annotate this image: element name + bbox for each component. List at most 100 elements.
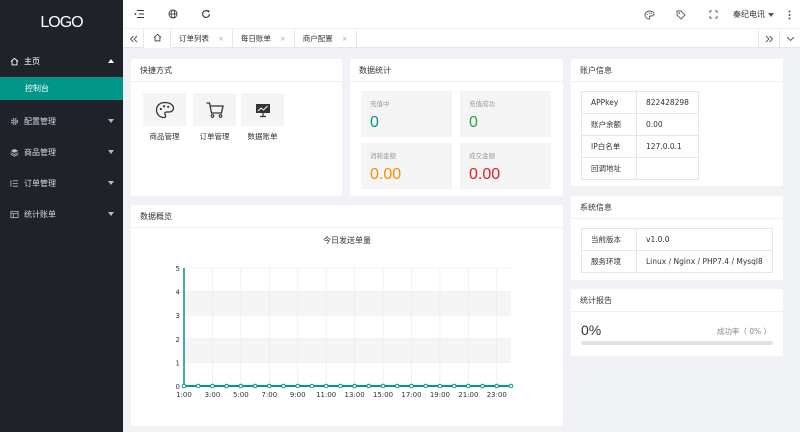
x-tick-label: 11:00 bbox=[316, 391, 336, 399]
shortcut-products[interactable]: 商品管理 bbox=[143, 93, 186, 142]
tab-menu-button[interactable] bbox=[779, 29, 800, 48]
data-point bbox=[494, 383, 500, 389]
data-point bbox=[380, 383, 386, 389]
stat-recharging: 充值中 0 bbox=[361, 91, 452, 137]
data-point bbox=[480, 383, 485, 389]
tab-scroll-left-button[interactable] bbox=[123, 29, 144, 48]
card-title: 快捷方式 bbox=[131, 59, 342, 82]
data-point bbox=[437, 383, 443, 389]
logo: LOGO bbox=[40, 14, 83, 31]
sidebar-item-label: 统计账单 bbox=[24, 210, 56, 219]
tab-label: 订单列表 bbox=[179, 34, 209, 43]
sidebar-item-label: 商品管理 bbox=[24, 148, 56, 157]
close-icon[interactable]: × bbox=[342, 35, 348, 43]
menu-fold-icon bbox=[134, 10, 144, 18]
shortcut-label: 订单管理 bbox=[199, 132, 230, 141]
x-tick-label: 3:00 bbox=[205, 391, 221, 399]
sidebar-item-billing[interactable]: 统计账单 bbox=[0, 199, 123, 230]
stat-label: 充值成功 bbox=[469, 100, 495, 108]
table-row: APPkey 822428298 bbox=[581, 91, 699, 114]
y-tick-label: 1 bbox=[176, 359, 180, 367]
sidebar: LOGO 主页 控制台 配置管理 商品管理 订单管理 统计账单 bbox=[0, 0, 123, 432]
data-point bbox=[252, 383, 258, 389]
data-point bbox=[352, 383, 357, 389]
tab-daily-bill[interactable]: 每日账单 × bbox=[233, 29, 295, 48]
website-button[interactable] bbox=[156, 0, 189, 29]
sidebar-subitem-console[interactable]: 控制台 bbox=[0, 77, 123, 100]
card-title: 账户信息 bbox=[571, 59, 783, 82]
sidebar-item-orders[interactable]: 订单管理 bbox=[0, 168, 123, 199]
row-key: 回调地址 bbox=[581, 157, 637, 180]
more-button[interactable] bbox=[778, 0, 800, 29]
tab-home[interactable] bbox=[144, 29, 171, 48]
x-tick-label: 1:00 bbox=[176, 391, 192, 399]
globe-icon bbox=[168, 9, 177, 19]
stat-label: 充值中 bbox=[370, 100, 390, 108]
cart-icon bbox=[206, 101, 224, 118]
row-value: 0.00 bbox=[636, 113, 699, 136]
sidebar-toggle-button[interactable] bbox=[123, 0, 156, 29]
card-title: 数据统计 bbox=[350, 59, 563, 82]
success-rate-label: 成功率（ 0% ） bbox=[716, 327, 771, 336]
sidebar-item-label: 订单管理 bbox=[24, 179, 56, 188]
sidebar-item-config[interactable]: 配置管理 bbox=[0, 106, 123, 137]
shortcut-orders[interactable]: 订单管理 bbox=[193, 93, 236, 142]
report-percent: 0% bbox=[581, 322, 602, 338]
chevron-up-icon bbox=[108, 59, 114, 63]
tab-merchant-config[interactable]: 商户配置 × bbox=[295, 29, 357, 48]
data-point bbox=[195, 383, 201, 389]
tab-label: 商户配置 bbox=[302, 34, 333, 43]
data-point bbox=[238, 383, 244, 389]
data-point bbox=[281, 383, 286, 389]
row-key: IP白名单 bbox=[581, 135, 637, 158]
tab-order-list[interactable]: 订单列表 × bbox=[171, 29, 233, 48]
table-row: 当前版本 v1.0.0 bbox=[581, 228, 773, 251]
x-tick-label: 7:00 bbox=[261, 391, 277, 399]
data-point bbox=[224, 383, 229, 389]
row-key: APPkey bbox=[581, 91, 637, 114]
tag-button[interactable] bbox=[665, 0, 697, 29]
user-name: 秦纪电讯 bbox=[733, 10, 765, 19]
grid-band bbox=[184, 338, 511, 363]
x-tick-label: 15:00 bbox=[373, 391, 393, 399]
sidebar-item-products[interactable]: 商品管理 bbox=[0, 137, 123, 168]
row-value: v1.0.0 bbox=[636, 228, 773, 251]
fullscreen-button[interactable] bbox=[697, 0, 729, 29]
x-tick-label: 23:00 bbox=[487, 391, 507, 399]
report-card: 统计报告 0% 成功率（ 0% ） bbox=[571, 289, 783, 356]
chevron-down-icon bbox=[108, 181, 114, 185]
card-title: 数据概览 bbox=[131, 205, 563, 228]
top-bar: 秦纪电讯 bbox=[123, 0, 800, 29]
row-key: 账户余额 bbox=[581, 113, 637, 136]
stat-transaction-amount: 成交金额 0.00 bbox=[460, 143, 551, 189]
x-tick-label: 9:00 bbox=[290, 391, 306, 399]
data-point bbox=[181, 383, 187, 389]
sidebar-item-home[interactable]: 主页 bbox=[0, 46, 123, 77]
chart-title: 今日发送单量 bbox=[323, 235, 371, 245]
shortcut-label: 数据账单 bbox=[247, 132, 278, 141]
refresh-button[interactable] bbox=[189, 0, 222, 29]
more-vertical-icon bbox=[788, 10, 790, 19]
palette-icon bbox=[155, 101, 174, 118]
card-title: 统计报告 bbox=[571, 289, 783, 312]
system-table: 当前版本 v1.0.0 服务环境 Linux / Nginx / PHP7.4 / … bbox=[581, 228, 773, 273]
home-icon bbox=[10, 57, 19, 66]
chevron-down-icon bbox=[108, 150, 114, 154]
shortcuts-card: 快捷方式 商品管理 订单管理 数据账单 bbox=[131, 59, 342, 196]
row-value bbox=[636, 157, 699, 180]
data-point bbox=[210, 383, 215, 389]
shortcut-data-bill[interactable]: 数据账单 bbox=[241, 93, 284, 142]
stat-label: 成交金额 bbox=[469, 152, 495, 160]
x-tick-label: 21:00 bbox=[458, 391, 478, 399]
theme-button[interactable] bbox=[633, 0, 665, 29]
user-menu[interactable]: 秦纪电讯 bbox=[729, 9, 778, 20]
close-icon[interactable]: × bbox=[218, 35, 224, 43]
tab-scroll-right-button[interactable] bbox=[758, 29, 779, 48]
close-icon[interactable]: × bbox=[280, 35, 286, 43]
y-tick-label: 0 bbox=[176, 383, 180, 391]
y-tick-label: 5 bbox=[176, 265, 180, 273]
shortcut-label: 商品管理 bbox=[149, 132, 180, 141]
data-point bbox=[366, 383, 372, 389]
stat-consumed-amount: 消耗金额 0.00 bbox=[361, 143, 452, 189]
row-key: 服务环境 bbox=[581, 250, 637, 273]
